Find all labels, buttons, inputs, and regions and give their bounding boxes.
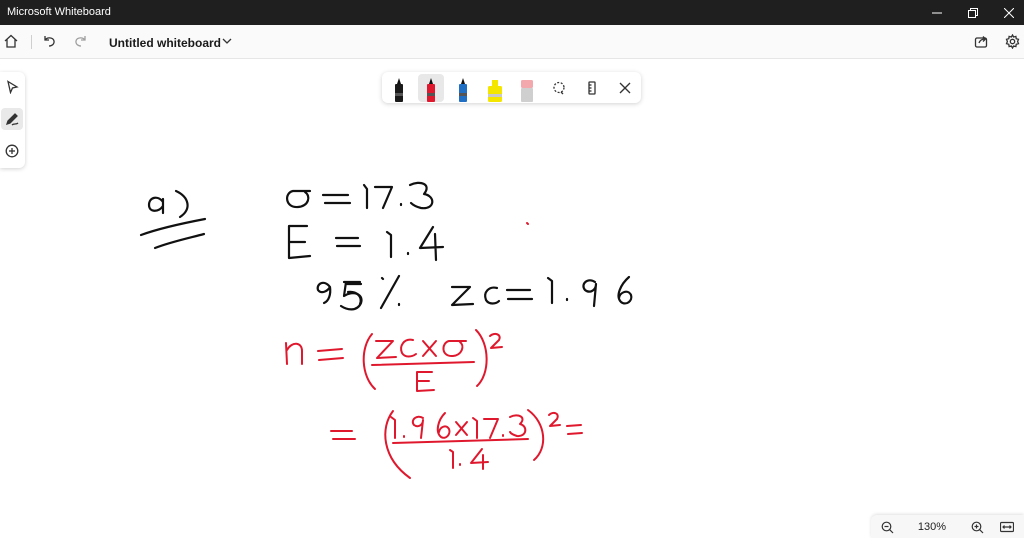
ink-label-a (139, 189, 207, 250)
undo-icon (44, 36, 55, 47)
zoom-out-button[interactable] (878, 518, 896, 536)
ink-formula-substituted (330, 409, 583, 479)
redo-icon (75, 36, 86, 47)
close-icon (1004, 7, 1014, 18)
restore-icon (968, 7, 978, 18)
restore-button[interactable] (955, 0, 991, 25)
ink-black-strokes (139, 181, 633, 311)
document-title[interactable]: Untitled whiteboard (109, 36, 221, 50)
ink-E-value (287, 224, 445, 262)
minimize-icon (932, 12, 942, 13)
fit-to-screen-button[interactable] (998, 518, 1016, 536)
zoom-in-icon (971, 521, 983, 533)
ink-formula-n (285, 329, 503, 392)
home-button[interactable] (0, 30, 22, 52)
title-bar: Microsoft Whiteboard (0, 0, 1024, 25)
chevron-down-icon (222, 38, 232, 44)
fit-screen-icon (1000, 521, 1014, 533)
zoom-out-icon (881, 521, 893, 533)
ink-layer (139, 181, 633, 479)
redo-button[interactable] (70, 30, 92, 52)
zoom-controls: 130% (871, 515, 1024, 538)
settings-button[interactable] (1001, 30, 1023, 52)
app-toolbar: Untitled whiteboard (0, 25, 1024, 59)
close-window-button[interactable] (991, 0, 1024, 25)
gear-icon (1005, 33, 1019, 49)
undo-button[interactable] (38, 30, 60, 52)
zoom-level: 130% (917, 521, 947, 533)
ink-confidence-line (316, 274, 633, 311)
share-button[interactable] (970, 30, 992, 52)
window-title: Microsoft Whiteboard (7, 6, 111, 18)
home-icon (4, 34, 18, 48)
whiteboard-canvas[interactable] (0, 58, 1024, 538)
minimize-button[interactable] (919, 0, 955, 25)
ink-sigma-value (286, 181, 434, 210)
share-icon (974, 36, 988, 48)
title-dropdown-button[interactable] (218, 30, 236, 52)
ink-red-dot (526, 222, 529, 225)
toolbar-divider (31, 35, 32, 49)
zoom-in-button[interactable] (968, 518, 986, 536)
ink-red-strokes (285, 222, 583, 479)
